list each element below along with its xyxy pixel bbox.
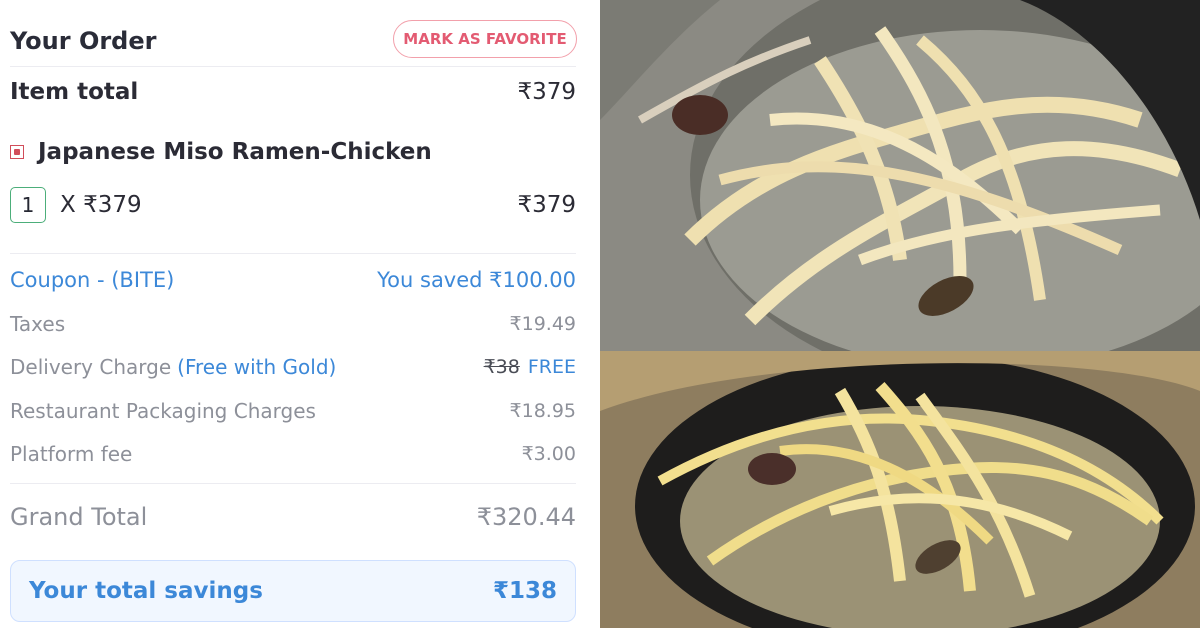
platform-fee-value: ₹3.00 xyxy=(521,443,576,465)
grand-total-row: Grand Total ₹320.44 xyxy=(10,497,576,537)
item-total-row: Item total ₹379 xyxy=(10,73,576,111)
your-order-title: Your Order xyxy=(10,27,157,55)
coupon-label: Coupon - (BITE) xyxy=(10,268,175,292)
packaging-value: ₹18.95 xyxy=(509,400,576,422)
item-total-label: Item total xyxy=(10,79,139,105)
divider xyxy=(10,483,576,484)
item-quantity-group: 1 X ₹379 xyxy=(10,187,142,223)
delivery-row: Delivery Charge (Free with Gold) ₹38 FRE… xyxy=(10,351,576,383)
quantity-box[interactable]: 1 xyxy=(10,187,46,223)
gold-note: (Free with Gold) xyxy=(177,355,337,379)
taxes-label: Taxes xyxy=(10,312,66,336)
order-summary-panel: Your Order MARK AS FAVORITE Item total ₹… xyxy=(0,0,600,628)
unit-price-line: X ₹379 xyxy=(60,192,142,218)
taxes-value: ₹19.49 xyxy=(509,313,576,335)
ramen-photo-bottom xyxy=(600,351,1200,628)
total-savings-box: Your total savings ₹138 xyxy=(10,560,576,622)
total-savings-label: Your total savings xyxy=(29,578,263,604)
coupon-row: Coupon - (BITE) You saved ₹100.00 xyxy=(10,261,576,299)
photo-column xyxy=(600,0,1200,628)
grand-total-value: ₹320.44 xyxy=(476,503,576,531)
delivery-free-value: FREE xyxy=(527,356,576,378)
line-total: ₹379 xyxy=(517,192,576,218)
item-quantity-row: 1 X ₹379 ₹379 xyxy=(10,185,576,225)
item-name: Japanese Miso Ramen-Chicken xyxy=(38,139,432,165)
taxes-row: Taxes ₹19.49 xyxy=(10,309,576,339)
divider xyxy=(10,66,576,67)
divider xyxy=(10,253,576,254)
coupon-savings: You saved ₹100.00 xyxy=(377,268,576,292)
grand-total-label: Grand Total xyxy=(10,503,148,531)
ramen-photo-bottom-image xyxy=(600,351,1200,628)
packaging-row: Restaurant Packaging Charges ₹18.95 xyxy=(10,396,576,426)
platform-fee-row: Platform fee ₹3.00 xyxy=(10,439,576,469)
platform-fee-label: Platform fee xyxy=(10,442,133,466)
ramen-photo-top xyxy=(600,0,1200,351)
delivery-value-group: ₹38 FREE xyxy=(484,356,576,378)
total-savings-value: ₹138 xyxy=(492,578,557,604)
non-veg-square-icon xyxy=(10,145,24,159)
ramen-photo-top-image xyxy=(600,0,1200,351)
delivery-label: Delivery Charge xyxy=(10,355,172,379)
mark-as-favorite-button[interactable]: MARK AS FAVORITE xyxy=(393,20,577,58)
packaging-label: Restaurant Packaging Charges xyxy=(10,399,316,423)
item-name-row: Japanese Miso Ramen-Chicken xyxy=(10,132,576,172)
delivery-original-price: ₹38 xyxy=(483,356,520,378)
delivery-label-group: Delivery Charge (Free with Gold) xyxy=(10,355,336,379)
item-total-value: ₹379 xyxy=(517,79,576,105)
